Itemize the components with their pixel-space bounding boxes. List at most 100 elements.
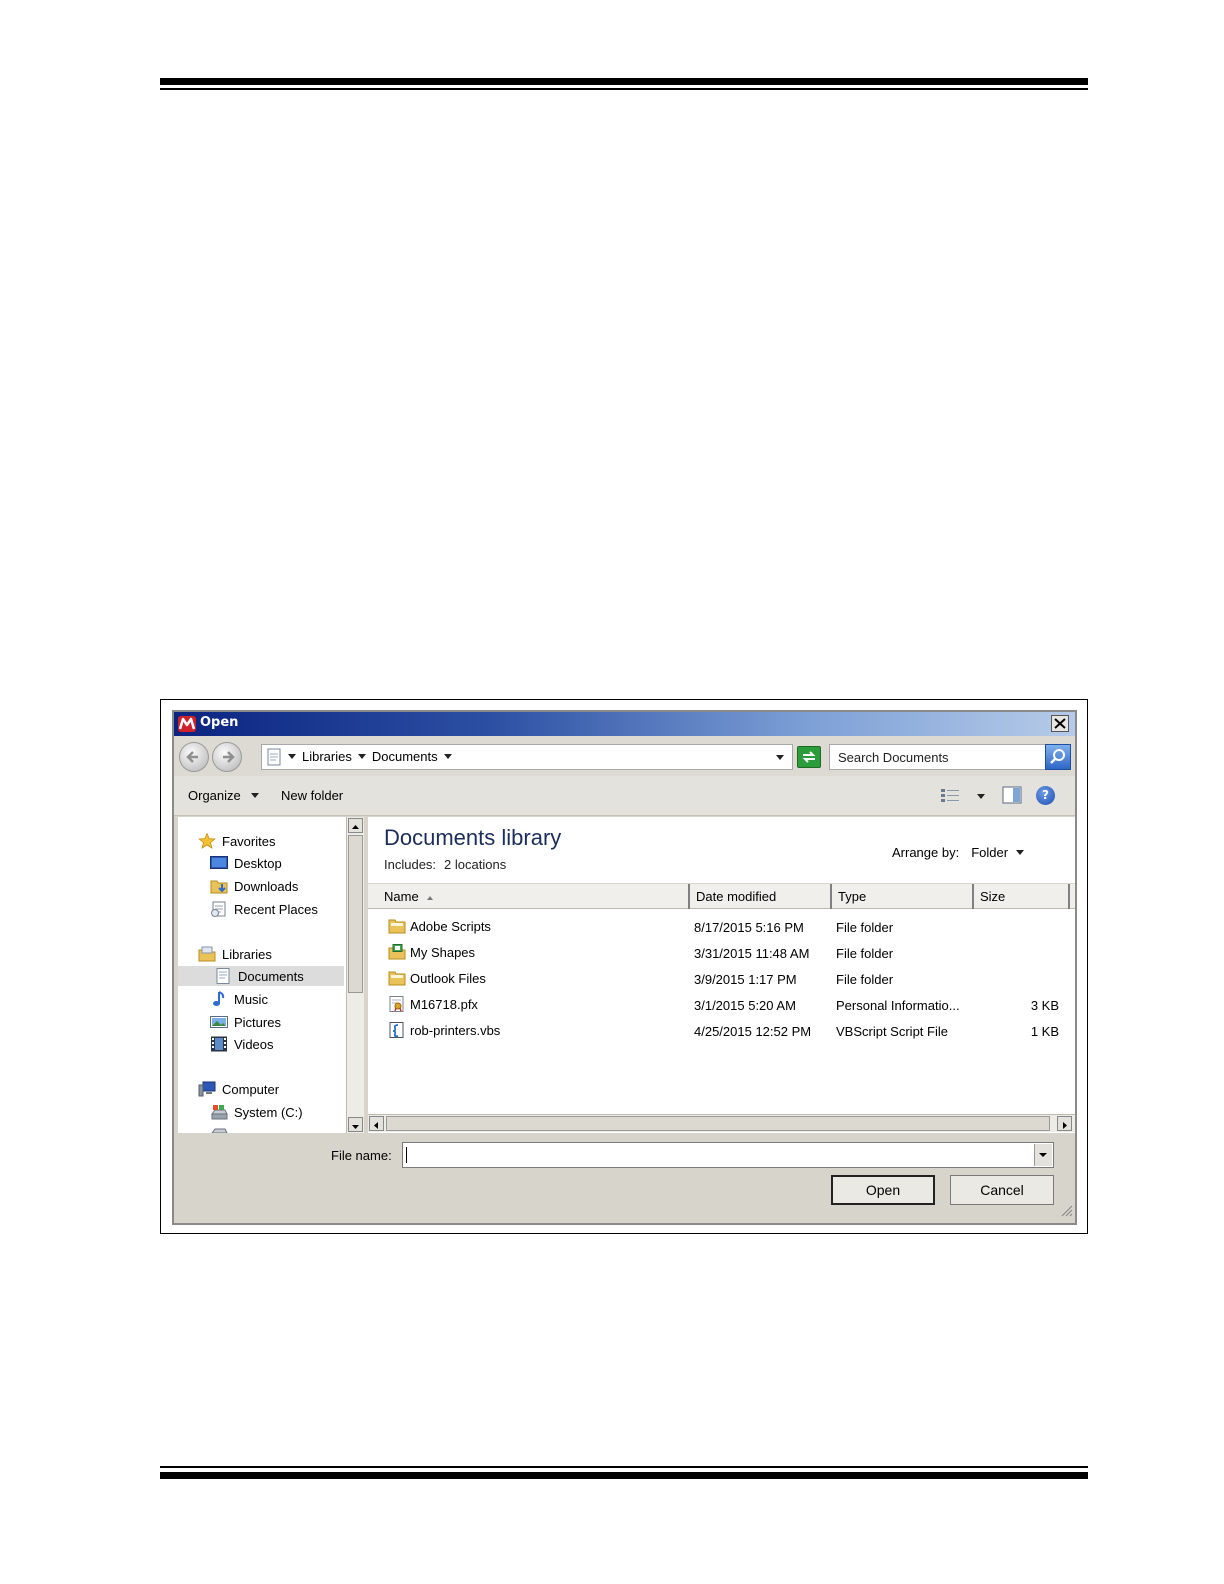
breadcrumb-libraries[interactable]: Libraries: [302, 749, 352, 764]
nav-downloads[interactable]: Downloads: [210, 876, 298, 896]
open-button[interactable]: Open: [831, 1175, 935, 1205]
nav-system-drive[interactable]: System (C:): [210, 1102, 303, 1122]
column-header: Name Date modified Type Size: [368, 883, 1075, 909]
navigation-pane: Favorites Desktop Downloads Recent Place…: [178, 817, 364, 1133]
new-folder-button[interactable]: New folder: [281, 788, 343, 803]
open-dialog: Open Libraries Documents Search Document…: [172, 710, 1077, 1225]
scroll-down-button[interactable]: [348, 1117, 363, 1132]
arrange-by-value: Folder: [971, 845, 1009, 860]
includes-locations-link[interactable]: 2 locations: [444, 857, 506, 872]
nav-music[interactable]: Music: [210, 989, 268, 1009]
file-name: Outlook Files: [410, 970, 486, 986]
text-caret: [406, 1147, 407, 1163]
pictures-icon: [210, 1014, 228, 1030]
change-view-button[interactable]: [940, 788, 960, 808]
file-row[interactable]: M16718.pfx 3/1/2015 5:20 AM Personal Inf…: [368, 994, 1075, 1018]
nav-label: Documents: [238, 968, 304, 984]
nav-libraries[interactable]: Libraries: [198, 944, 272, 964]
file-date: 3/9/2015 1:17 PM: [694, 972, 797, 987]
file-date: 3/1/2015 5:20 AM: [694, 998, 796, 1013]
cancel-button[interactable]: Cancel: [950, 1175, 1054, 1205]
file-size: 3 KB: [1030, 998, 1059, 1013]
nav-label: Libraries: [222, 946, 272, 962]
address-bar[interactable]: Libraries Documents: [261, 744, 793, 770]
scroll-right-button[interactable]: [1057, 1116, 1072, 1131]
nav-label: Downloads: [234, 878, 299, 894]
back-button[interactable]: [179, 742, 209, 772]
preview-pane-button[interactable]: [1002, 786, 1022, 808]
nav-favorites[interactable]: Favorites: [198, 831, 275, 851]
column-type[interactable]: Type: [832, 884, 974, 909]
file-name: My Shapes: [410, 944, 476, 960]
file-row[interactable]: My Shapes 3/31/2015 11:48 AM File folder: [368, 942, 1075, 966]
nav-partial-drive[interactable]: [210, 1125, 228, 1133]
nav-computer[interactable]: Computer: [198, 1079, 279, 1099]
column-name[interactable]: Name: [368, 884, 690, 909]
nav-label: Favorites: [222, 833, 276, 849]
breadcrumb-chevron-icon[interactable]: [288, 754, 296, 759]
star-icon: [198, 832, 216, 849]
file-date: 3/31/2015 11:48 AM: [694, 946, 810, 961]
file-name: rob-printers.vbs: [410, 1022, 501, 1038]
scroll-thumb[interactable]: [348, 835, 363, 993]
arrow-left-icon: [374, 1122, 378, 1129]
file-name-field[interactable]: [402, 1142, 1054, 1168]
header-rule-thick: [160, 78, 1088, 85]
certificate-file-icon: [388, 996, 406, 1012]
arrow-right-icon: [1063, 1122, 1067, 1129]
breadcrumb-chevron-icon[interactable]: [357, 754, 366, 759]
organize-button[interactable]: Organize: [188, 788, 259, 803]
preview-pane-icon: [1002, 786, 1022, 804]
nav-label: System (C:): [234, 1104, 303, 1120]
breadcrumb-chevron-icon[interactable]: [443, 754, 452, 759]
forward-button[interactable]: [212, 742, 242, 772]
column-size[interactable]: Size: [974, 884, 1070, 909]
view-options-dropdown[interactable]: [977, 794, 985, 799]
file-name: M16718.pfx: [410, 996, 478, 1012]
nav-desktop[interactable]: Desktop: [210, 853, 282, 873]
forward-arrow-icon: [223, 751, 235, 763]
breadcrumb-documents[interactable]: Documents: [372, 749, 438, 764]
nav-scrollbar[interactable]: [346, 817, 364, 1133]
search-input[interactable]: Search Documents: [838, 750, 949, 765]
file-row[interactable]: rob-printers.vbs 4/25/2015 12:52 PM VBSc…: [368, 1020, 1075, 1044]
library-includes: Includes: 2 locations: [384, 857, 506, 872]
refresh-button[interactable]: [797, 746, 821, 768]
chevron-down-icon: [1039, 1153, 1047, 1157]
app-logo-icon: [178, 716, 196, 732]
close-button[interactable]: [1051, 715, 1069, 732]
nav-recent-places[interactable]: Recent Places: [210, 899, 318, 919]
scroll-thumb[interactable]: [386, 1116, 1050, 1131]
scroll-left-button[interactable]: [369, 1116, 384, 1131]
file-name-dropdown[interactable]: [1034, 1144, 1052, 1166]
file-size: 1 KB: [1030, 1024, 1059, 1039]
drive-icon: [210, 1127, 228, 1133]
header-rule-thin: [160, 88, 1088, 90]
details-view-icon: [941, 789, 959, 802]
includes-label: Includes:: [384, 857, 437, 872]
resize-grip-icon[interactable]: [1059, 1202, 1073, 1221]
nav-documents[interactable]: Documents: [178, 966, 344, 986]
nav-videos[interactable]: Videos: [210, 1034, 274, 1054]
file-type: File folder: [836, 920, 894, 935]
arrange-by-dropdown[interactable]: Folder: [971, 845, 1025, 860]
folder-icon: [388, 970, 406, 986]
scroll-up-button[interactable]: [348, 818, 363, 833]
desktop-icon: [210, 855, 228, 871]
search-box[interactable]: Search Documents: [829, 744, 1071, 770]
file-row[interactable]: Adobe Scripts 8/17/2015 5:16 PM File fol…: [368, 916, 1075, 940]
file-row[interactable]: Outlook Files 3/9/2015 1:17 PM File fold…: [368, 968, 1075, 992]
hard-drive-icon: [210, 1104, 228, 1120]
chevron-down-icon: [1016, 850, 1025, 855]
search-icon: [1050, 749, 1065, 764]
shapes-folder-icon: [388, 944, 406, 960]
nav-pictures[interactable]: Pictures: [210, 1012, 281, 1032]
file-name: Adobe Scripts: [410, 918, 491, 934]
address-history-dropdown[interactable]: [776, 755, 784, 760]
title-bar[interactable]: Open: [174, 712, 1075, 736]
horizontal-scrollbar[interactable]: [368, 1114, 1075, 1132]
column-date-modified[interactable]: Date modified: [690, 884, 832, 909]
file-type: File folder: [836, 946, 894, 961]
help-button[interactable]: ?: [1036, 786, 1055, 805]
search-button[interactable]: [1045, 744, 1071, 770]
